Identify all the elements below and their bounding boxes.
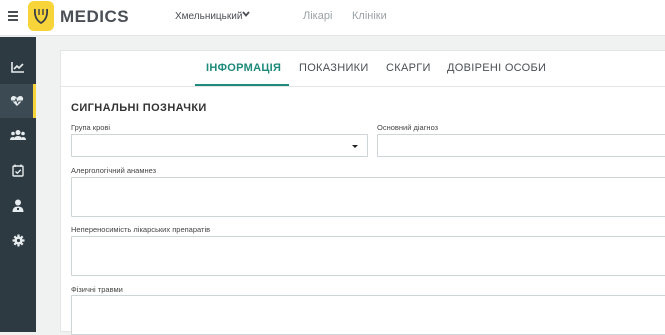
gear-icon <box>12 234 24 246</box>
logo-icon[interactable] <box>28 1 54 31</box>
sidebar-item-health[interactable] <box>0 84 36 118</box>
sidebar-item-stats[interactable] <box>0 50 36 84</box>
sidebar <box>0 37 36 332</box>
drug-intolerance-label: Непереносимість лікарських препаратів <box>71 225 211 234</box>
city-selector[interactable]: Хмельницький <box>175 11 242 22</box>
nav-clinics-link[interactable]: Клініки <box>352 10 387 22</box>
blood-group-label: Група крові <box>71 123 111 132</box>
sidebar-item-patients[interactable] <box>0 118 36 152</box>
chart-line-icon <box>11 62 24 73</box>
sidebar-item-doctors[interactable] <box>0 188 36 222</box>
allergy-textarea[interactable] <box>71 177 665 217</box>
caret-down-icon <box>352 145 358 148</box>
section-title: СИГНАЛЬНІ ПОЗНАЧКИ <box>71 102 207 114</box>
main-diagnosis-input[interactable] <box>377 134 665 157</box>
tab-bar: ІНФОРМАЦІЯ ПОКАЗНИКИ СКАРГИ ДОВІРЕНІ ОСО… <box>61 51 665 87</box>
menu-icon[interactable] <box>8 11 18 21</box>
tab-complaints[interactable]: СКАРГИ <box>386 62 431 74</box>
tab-information[interactable]: ІНФОРМАЦІЯ <box>206 62 281 74</box>
active-tab-indicator <box>195 84 289 86</box>
users-icon <box>10 130 26 140</box>
heartbeat-icon <box>10 96 23 106</box>
patient-card: ІНФОРМАЦІЯ ПОКАЗНИКИ СКАРГИ ДОВІРЕНІ ОСО… <box>60 50 665 335</box>
calendar-check-icon <box>12 164 24 177</box>
sidebar-item-settings[interactable] <box>0 223 36 257</box>
tab-trusted-persons[interactable]: ДОВІРЕНІ ОСОБИ <box>447 62 546 74</box>
chevron-down-icon[interactable] <box>242 10 250 18</box>
blood-group-select[interactable] <box>71 134 368 157</box>
injuries-label: Фізичні травми <box>71 285 123 294</box>
drug-intolerance-textarea[interactable] <box>71 236 665 276</box>
top-bar: MEDICS Хмельницький Лікарі Клініки <box>0 0 665 36</box>
injuries-textarea[interactable] <box>71 295 665 335</box>
nav-doctors-link[interactable]: Лікарі <box>303 10 332 22</box>
brand-name[interactable]: MEDICS <box>60 7 129 27</box>
user-doctor-icon <box>12 199 24 212</box>
tab-indicators[interactable]: ПОКАЗНИКИ <box>299 62 369 74</box>
allergy-label: Алергологічний анамнез <box>71 166 157 175</box>
main-diagnosis-label: Основний діагноз <box>377 123 439 132</box>
sidebar-item-appointments[interactable] <box>0 153 36 187</box>
